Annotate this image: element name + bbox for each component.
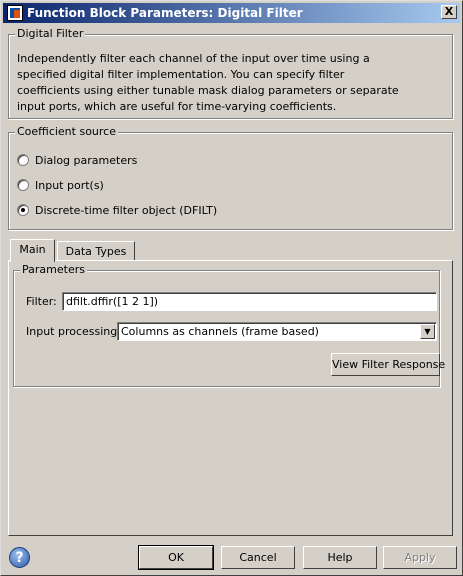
radio-label: Dialog parameters	[35, 153, 138, 167]
button-label: Apply	[404, 551, 436, 564]
help-button[interactable]: Help	[303, 546, 377, 569]
ok-button[interactable]: OK	[138, 545, 214, 570]
select-value: Columns as channels (frame based)	[121, 325, 319, 338]
view-filter-response-button[interactable]: View Filter Response	[331, 353, 445, 376]
filter-input[interactable]: dfilt.dffir([1 2 1])	[62, 292, 437, 311]
tab-main[interactable]: Main	[10, 239, 55, 262]
radio-button[interactable]	[17, 154, 29, 166]
button-label: View Filter Response	[332, 358, 446, 371]
coefficient-source-group-label: Coefficient source	[15, 125, 118, 138]
input-processing-select[interactable]: Columns as channels (frame based) ▼	[117, 322, 437, 341]
tab-label: Main	[19, 243, 46, 256]
filter-label: Filter:	[26, 295, 57, 308]
parameters-group: Parameters Filter: dfilt.dffir([1 2 1]) …	[13, 263, 445, 387]
close-button[interactable]: X	[441, 5, 457, 19]
chevron-down-icon[interactable]: ▼	[420, 324, 435, 339]
simulink-app-icon	[7, 5, 23, 21]
button-label: OK	[168, 551, 184, 564]
dialog-window: Function Block Parameters: Digital Filte…	[0, 0, 463, 576]
digital-filter-group: Digital Filter Independently filter each…	[8, 27, 453, 119]
button-label: Help	[327, 551, 353, 564]
cancel-button[interactable]: Cancel	[221, 546, 295, 569]
tab-label: Data Types	[65, 245, 127, 258]
radio-label: Discrete-time filter object (DFILT)	[35, 203, 218, 217]
button-label: Cancel	[239, 551, 277, 564]
radio-label: Input port(s)	[35, 178, 104, 192]
title-bar[interactable]: Function Block Parameters: Digital Filte…	[3, 3, 460, 23]
parameters-group-label: Parameters	[20, 263, 87, 276]
apply-button[interactable]: Apply	[383, 546, 457, 569]
radio-button-checked[interactable]	[17, 204, 29, 216]
help-icon[interactable]: ?	[9, 547, 30, 568]
input-processing-label: Input processing:	[26, 325, 121, 338]
tab-data-types[interactable]: Data Types	[57, 241, 135, 261]
radio-input-ports[interactable]: Input port(s)	[17, 177, 104, 193]
window-title: Function Block Parameters: Digital Filte…	[27, 6, 303, 20]
block-description: Independently filter each channel of the…	[17, 52, 399, 113]
tab-panel-main: Parameters Filter: dfilt.dffir([1 2 1]) …	[8, 260, 453, 536]
digital-filter-group-label: Digital Filter	[15, 27, 86, 40]
radio-dialog-parameters[interactable]: Dialog parameters	[17, 152, 137, 168]
coefficient-source-group: Coefficient source Dialog parameters Inp…	[8, 125, 453, 230]
radio-dfilt-object[interactable]: Discrete-time filter object (DFILT)	[17, 202, 217, 218]
radio-button[interactable]	[17, 179, 29, 191]
